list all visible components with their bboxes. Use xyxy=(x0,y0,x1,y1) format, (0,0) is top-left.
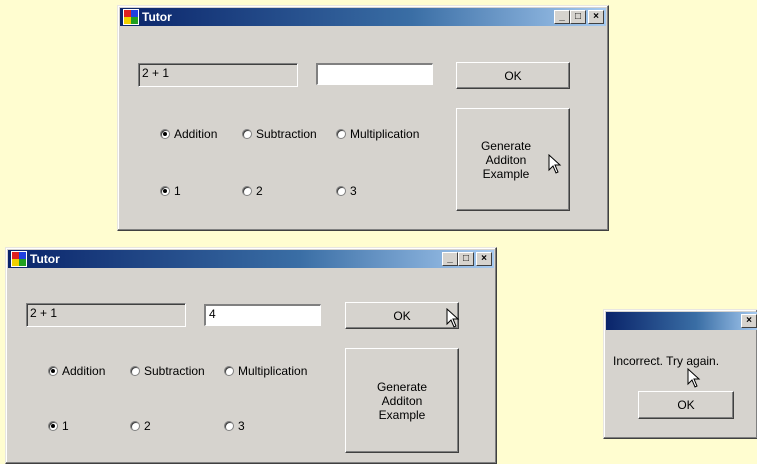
radio-label: Multiplication xyxy=(350,127,420,141)
radio-indicator xyxy=(160,186,170,196)
dialog-ok-button[interactable]: OK xyxy=(638,391,734,419)
radio-label: 1 xyxy=(174,184,181,198)
window-title: Tutor xyxy=(142,10,172,24)
radio-level-3[interactable]: 3 xyxy=(336,184,357,198)
radio-indicator xyxy=(48,421,58,431)
tutor-window-2: Tutor _ □ × 2 + 1 4 OK Addition Subtract… xyxy=(5,247,497,464)
dialog-title-bar[interactable]: × xyxy=(606,312,757,330)
radio-level-3[interactable]: 3 xyxy=(224,419,245,433)
mouse-cursor-icon xyxy=(687,368,701,388)
minimize-button[interactable]: _ xyxy=(442,252,458,266)
radio-subtraction[interactable]: Subtraction xyxy=(130,364,205,378)
radio-label: Multiplication xyxy=(238,364,308,378)
radio-label: 3 xyxy=(350,184,357,198)
radio-addition[interactable]: Addition xyxy=(48,364,105,378)
radio-label: Subtraction xyxy=(144,364,205,378)
mouse-cursor-icon xyxy=(548,154,562,174)
radio-level-1[interactable]: 1 xyxy=(160,184,181,198)
radio-indicator xyxy=(242,186,252,196)
title-bar[interactable]: Tutor _ □ × xyxy=(8,250,494,268)
generate-example-label: Generate Additon Example xyxy=(376,379,428,422)
radio-label: Addition xyxy=(62,364,106,378)
radio-indicator xyxy=(242,129,252,139)
radio-subtraction[interactable]: Subtraction xyxy=(242,127,317,141)
close-button[interactable]: × xyxy=(588,10,604,24)
ok-button[interactable]: OK xyxy=(456,62,570,89)
maximize-button[interactable]: □ xyxy=(570,10,586,24)
generate-example-label: Generate Additon Example xyxy=(480,138,532,181)
radio-multiplication[interactable]: Multiplication xyxy=(224,364,307,378)
radio-label: Addition xyxy=(174,127,218,141)
title-bar[interactable]: Tutor _ □ × xyxy=(120,8,606,26)
radio-level-2[interactable]: 2 xyxy=(242,184,263,198)
tutor-window-1: Tutor _ □ × 2 + 1 OK Addition Subtractio… xyxy=(117,5,609,231)
radio-indicator xyxy=(336,186,346,196)
mouse-cursor-icon xyxy=(446,308,460,328)
radio-addition[interactable]: Addition xyxy=(160,127,217,141)
generate-example-button[interactable]: Generate Additon Example xyxy=(345,348,459,453)
answer-input[interactable] xyxy=(316,63,433,85)
radio-label: Subtraction xyxy=(256,127,317,141)
radio-indicator xyxy=(224,366,234,376)
message-dialog: × Incorrect. Try again. OK xyxy=(603,309,757,439)
radio-level-1[interactable]: 1 xyxy=(48,419,69,433)
radio-indicator xyxy=(130,421,140,431)
window-title: Tutor xyxy=(30,252,60,266)
minimize-button[interactable]: _ xyxy=(554,10,570,24)
radio-indicator xyxy=(224,421,234,431)
close-button[interactable]: × xyxy=(476,252,492,266)
radio-multiplication[interactable]: Multiplication xyxy=(336,127,419,141)
radio-indicator xyxy=(336,129,346,139)
app-icon xyxy=(123,9,139,25)
dialog-message: Incorrect. Try again. xyxy=(613,354,720,368)
ok-button[interactable]: OK xyxy=(345,302,459,329)
radio-level-2[interactable]: 2 xyxy=(130,419,151,433)
radio-label: 2 xyxy=(144,419,151,433)
radio-indicator xyxy=(48,366,58,376)
answer-input[interactable]: 4 xyxy=(204,304,321,326)
radio-indicator xyxy=(130,366,140,376)
radio-label: 1 xyxy=(62,419,69,433)
problem-label: 2 + 1 xyxy=(26,303,186,327)
radio-label: 3 xyxy=(238,419,245,433)
close-button[interactable]: × xyxy=(741,314,757,328)
radio-indicator xyxy=(160,129,170,139)
app-icon xyxy=(11,251,27,267)
problem-label: 2 + 1 xyxy=(138,63,298,87)
maximize-button[interactable]: □ xyxy=(458,252,474,266)
radio-label: 2 xyxy=(256,184,263,198)
